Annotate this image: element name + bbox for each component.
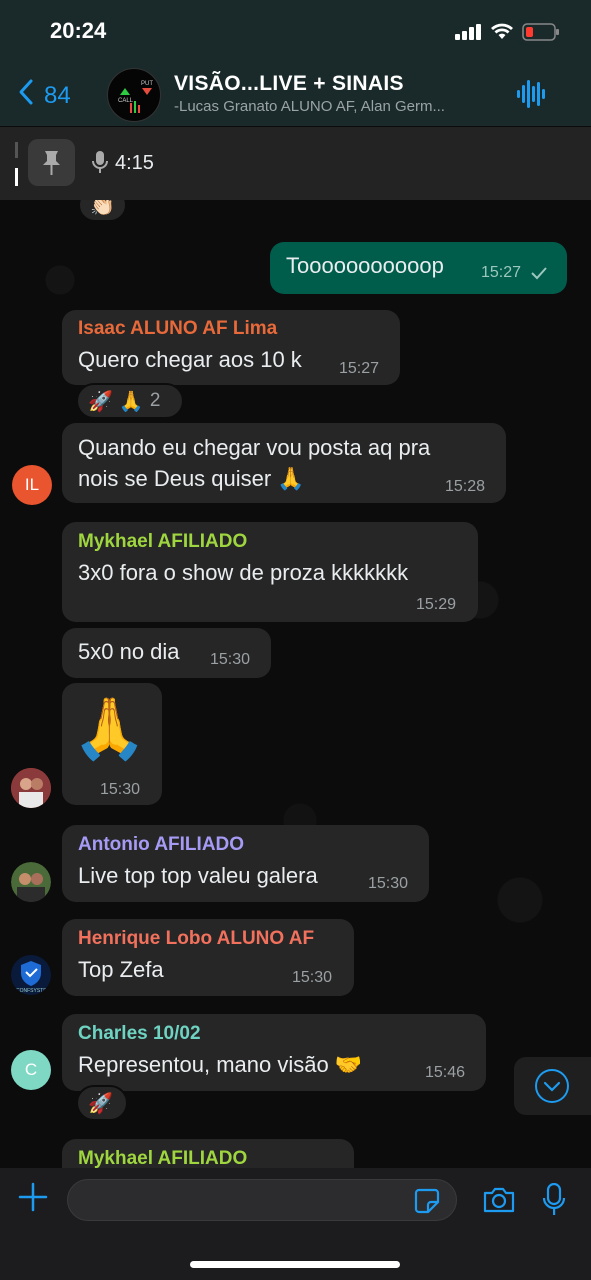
pinned-message-bar[interactable] bbox=[0, 127, 591, 201]
message-time: 15:46 bbox=[425, 1064, 466, 1081]
group-members[interactable]: -Lucas Granato ALUNO AF, Alan Germ... bbox=[174, 98, 504, 115]
home-indicator[interactable] bbox=[190, 1261, 400, 1268]
sender-name[interactable]: Isaac ALUNO AF Lima bbox=[78, 318, 277, 340]
back-chevron-icon bbox=[18, 78, 34, 113]
reaction-chip[interactable]: 🚀 bbox=[76, 1085, 128, 1121]
message-text: Representou, mano visão 🤝 bbox=[78, 1052, 363, 1077]
pin-icon bbox=[28, 139, 75, 186]
back-button[interactable]: 84 bbox=[18, 78, 71, 113]
status-time: 20:24 bbox=[50, 18, 107, 43]
camera-icon[interactable] bbox=[482, 1186, 516, 1219]
pinned-voice-duration: 4:15 bbox=[115, 152, 154, 174]
sender-name[interactable]: Mykhael AFILIADO bbox=[78, 1148, 247, 1168]
message-text: Live top top valeu galera bbox=[78, 863, 318, 888]
message-input[interactable] bbox=[67, 1179, 457, 1221]
message-time: 15:30 bbox=[292, 969, 333, 986]
sender-name[interactable]: Antonio AFILIADO bbox=[78, 834, 244, 856]
sender-name[interactable]: Mykhael AFILIADO bbox=[78, 531, 247, 553]
cellular-signal-icon bbox=[455, 24, 483, 45]
sent-check-icon bbox=[531, 266, 547, 285]
unread-count: 84 bbox=[44, 81, 71, 109]
message-text: Top Zefa bbox=[78, 957, 164, 982]
message-text-line: nois se Deus quiser 🙏 bbox=[78, 466, 305, 491]
message-text: Tooooooooooop bbox=[286, 253, 444, 278]
reaction-chip[interactable]: 🚀 🙏 2 bbox=[76, 383, 184, 419]
group-title[interactable]: VISÃO...LIVE + SINAIS bbox=[174, 72, 404, 96]
avatar[interactable] bbox=[11, 862, 51, 902]
message-time: 15:28 bbox=[445, 478, 486, 495]
sender-name[interactable]: Charles 10/02 bbox=[78, 1023, 201, 1045]
message-text: 5x0 no dia bbox=[78, 639, 180, 664]
sender-name[interactable]: Henrique Lobo ALUNO AF bbox=[78, 928, 314, 950]
battery-low-icon bbox=[522, 22, 560, 47]
praying-hands-emoji: 🙏 bbox=[72, 695, 147, 762]
chevron-down-icon bbox=[535, 1069, 569, 1103]
pinned-indicator bbox=[15, 142, 18, 186]
reaction-chip[interactable]: 👏🏻 bbox=[78, 200, 127, 222]
mic-icon bbox=[92, 150, 108, 179]
chat-area[interactable]: 👏🏻 Tooooooooooop 15:27 Isaac ALUNO AF Li… bbox=[0, 200, 591, 1168]
svg-text:PUT: PUT bbox=[141, 81, 153, 87]
avatar[interactable]: C bbox=[11, 1050, 51, 1090]
avatar[interactable]: IL bbox=[12, 465, 52, 505]
group-avatar[interactable]: CALL PUT bbox=[107, 68, 161, 122]
wifi-icon bbox=[490, 22, 514, 45]
message-time: 15:30 bbox=[210, 651, 251, 668]
scroll-to-bottom-button[interactable] bbox=[514, 1057, 591, 1115]
message-time: 15:29 bbox=[416, 596, 457, 613]
sticker-icon[interactable] bbox=[414, 1188, 440, 1219]
audio-wave-icon[interactable] bbox=[517, 80, 547, 113]
avatar[interactable]: CONFSYSTEM bbox=[11, 955, 51, 995]
avatar[interactable] bbox=[11, 768, 51, 808]
svg-text:CONFSYSTEM: CONFSYSTEM bbox=[16, 988, 51, 994]
message-text: 3x0 fora o show de proza kkkkkkk bbox=[78, 560, 409, 585]
message-text-line: Quando eu chegar vou posta aq pra bbox=[78, 435, 431, 460]
voice-record-mic-icon[interactable] bbox=[542, 1182, 566, 1222]
message-time: 15:27 bbox=[339, 360, 380, 377]
message-time: 15:30 bbox=[368, 875, 409, 892]
message-time: 15:27 bbox=[481, 264, 522, 281]
message-time: 15:30 bbox=[100, 781, 141, 798]
message-text: Quero chegar aos 10 k bbox=[78, 347, 302, 372]
attach-plus-icon[interactable] bbox=[18, 1182, 48, 1217]
